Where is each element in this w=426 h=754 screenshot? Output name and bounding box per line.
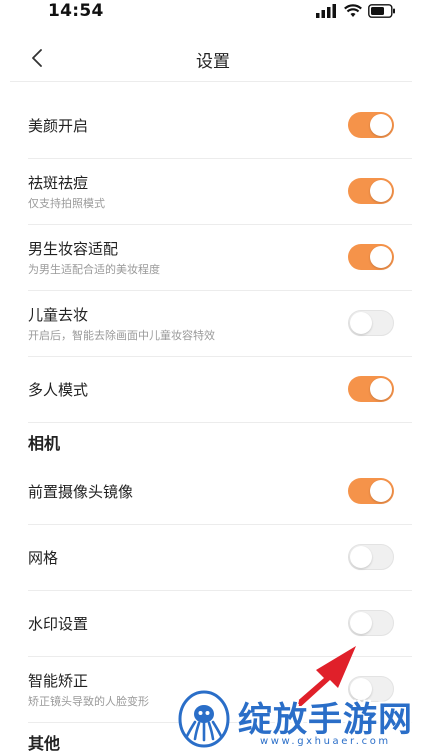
setting-row: 儿童去妆开启后，智能去除画面中儿童妆容特效: [0, 290, 426, 356]
toggle-knob: [370, 246, 392, 268]
setting-description: 矫正镜头导致的人脸变形: [28, 695, 149, 708]
camera-setting-row: 网格: [0, 524, 426, 590]
setting-label: 网格: [28, 549, 59, 567]
watermark-text: 绽放手游网: [238, 700, 413, 740]
setting-label: 多人模式: [28, 381, 89, 399]
page-title: 设置: [196, 52, 230, 72]
row-divider: [28, 422, 412, 423]
camera-setting-row: 前置摄像头镜像: [0, 458, 426, 524]
octopus-logo-icon: [178, 690, 230, 748]
nav-bar: 设置: [0, 34, 426, 82]
setting-row: 男生妆容适配为男生适配合适的美妆程度: [0, 224, 426, 290]
wifi-icon: [344, 4, 362, 17]
status-time: 14:54: [48, 1, 104, 21]
toggle-knob: [370, 114, 392, 136]
toggle-knob: [370, 180, 392, 202]
watermark-url: www.gxhuaer.com: [260, 736, 391, 747]
toggle-switch[interactable]: [348, 178, 394, 204]
setting-description: 为男生适配合适的美妆程度: [28, 263, 160, 276]
status-icons: [316, 4, 396, 18]
signal-icon: [316, 4, 336, 18]
setting-label: 水印设置: [28, 615, 89, 633]
section-title-camera: 相机: [28, 434, 61, 453]
toggle-switch[interactable]: [348, 310, 394, 336]
toggle-switch[interactable]: [348, 610, 394, 636]
status-bar: 14:54: [0, 0, 426, 24]
setting-description: 开启后，智能去除画面中儿童妆容特效: [28, 329, 215, 342]
toggle-switch[interactable]: [348, 544, 394, 570]
battery-icon: [368, 4, 395, 18]
setting-row: 美颜开启: [0, 92, 426, 158]
toggle-switch[interactable]: [348, 376, 394, 402]
toggle-switch[interactable]: [348, 244, 394, 270]
setting-row: 多人模式: [0, 356, 426, 422]
setting-label: 祛斑祛痘: [28, 174, 89, 192]
toggle-knob: [370, 480, 392, 502]
setting-label: 智能矫正: [28, 672, 89, 690]
toggle-knob: [350, 546, 372, 568]
setting-row: 祛斑祛痘仅支持拍照模式: [0, 158, 426, 224]
nav-divider: [10, 81, 412, 82]
setting-label: 前置摄像头镜像: [28, 483, 134, 501]
toggle-knob: [350, 312, 372, 334]
camera-setting-row: 水印设置: [0, 590, 426, 656]
section-title-other: 其他: [28, 734, 61, 753]
toggle-switch[interactable]: [348, 478, 394, 504]
setting-label: 美颜开启: [28, 117, 89, 135]
site-watermark: 绽放手游网 www.gxhuaer.com: [176, 688, 420, 752]
setting-label: 儿童去妆: [28, 306, 89, 324]
toggle-knob: [370, 378, 392, 400]
toggle-knob: [350, 612, 372, 634]
setting-description: 仅支持拍照模式: [28, 197, 105, 210]
toggle-switch[interactable]: [348, 112, 394, 138]
setting-label: 男生妆容适配: [28, 240, 119, 258]
